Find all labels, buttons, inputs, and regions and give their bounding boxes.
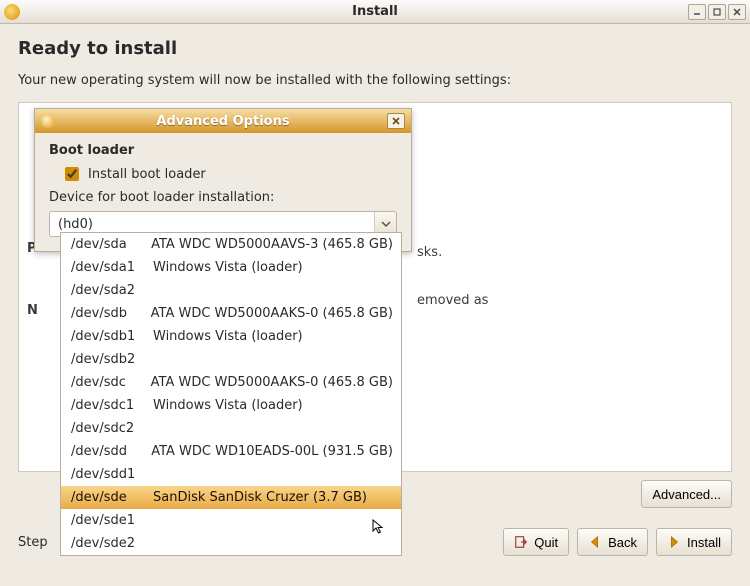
- quit-button[interactable]: Quit: [503, 528, 569, 556]
- dropdown-item-desc: Windows Vista (loader): [153, 260, 303, 275]
- dropdown-item-device: /dev/sdd1: [71, 467, 153, 482]
- dropdown-item[interactable]: /dev/sda2: [61, 279, 401, 302]
- dropdown-item-device: /dev/sde2: [71, 536, 153, 551]
- minimize-button[interactable]: [688, 4, 706, 20]
- dialog-title: Advanced Options: [35, 114, 411, 129]
- dropdown-item-device: /dev/sda1: [71, 260, 153, 275]
- dropdown-item-desc: ATA WDC WD10EADS-00L (931.5 GB): [151, 444, 393, 459]
- dropdown-item-desc: Windows Vista (loader): [153, 329, 303, 344]
- device-label: Device for boot loader installation:: [49, 190, 397, 205]
- dropdown-item-desc: ATA WDC WD5000AAKS-0 (465.8 GB): [151, 306, 393, 321]
- dialog-close-button[interactable]: [387, 113, 405, 129]
- dropdown-item[interactable]: /dev/sdc1Windows Vista (loader): [61, 394, 401, 417]
- dropdown-item-device: /dev/sdc2: [71, 421, 153, 436]
- install-bootloader-row[interactable]: Install boot loader: [61, 164, 397, 184]
- install-button-label: Install: [687, 535, 721, 550]
- combo-value: (hd0): [50, 217, 374, 232]
- dropdown-item-desc: ATA WDC WD5000AAKS-0 (465.8 GB): [151, 375, 393, 390]
- chevron-down-icon: [381, 219, 391, 229]
- window-titlebar: Install: [0, 0, 750, 24]
- dropdown-item[interactable]: /dev/sdd1: [61, 463, 401, 486]
- bg-network-prefix: N: [27, 303, 38, 318]
- arrow-left-icon: [588, 535, 602, 549]
- quit-icon: [514, 535, 528, 549]
- dropdown-item-device: /dev/sda2: [71, 283, 153, 298]
- dropdown-item[interactable]: /dev/sdcATA WDC WD5000AAKS-0 (465.8 GB): [61, 371, 401, 394]
- advanced-options-dialog: Advanced Options Boot loader Install boo…: [34, 108, 412, 252]
- back-button[interactable]: Back: [577, 528, 648, 556]
- dropdown-item[interactable]: /dev/sdaATA WDC WD5000AAVS-3 (465.8 GB): [61, 233, 401, 256]
- dropdown-item-device: /dev/sde1: [71, 513, 153, 528]
- dropdown-item-desc: Windows Vista (loader): [153, 398, 303, 413]
- dropdown-item[interactable]: /dev/sdb1Windows Vista (loader): [61, 325, 401, 348]
- install-bootloader-checkbox[interactable]: [65, 167, 79, 181]
- install-button[interactable]: Install: [656, 528, 732, 556]
- dropdown-item[interactable]: /dev/sdeSanDisk SanDisk Cruzer (3.7 GB): [61, 486, 401, 509]
- arrow-right-icon: [667, 535, 681, 549]
- install-bootloader-label: Install boot loader: [88, 167, 206, 182]
- dropdown-item[interactable]: /dev/sdbATA WDC WD5000AAKS-0 (465.8 GB): [61, 302, 401, 325]
- dropdown-item-desc: SanDisk SanDisk Cruzer (3.7 GB): [153, 490, 367, 505]
- back-button-label: Back: [608, 535, 637, 550]
- dropdown-item-device: /dev/sdc: [71, 375, 151, 390]
- quit-button-label: Quit: [534, 535, 558, 550]
- advanced-button[interactable]: Advanced...: [641, 480, 732, 508]
- dropdown-item-device: /dev/sdc1: [71, 398, 153, 413]
- step-indicator: Step: [18, 535, 48, 550]
- dropdown-item-device: /dev/sdb1: [71, 329, 153, 344]
- dialog-titlebar[interactable]: Advanced Options: [35, 109, 411, 133]
- dropdown-item-device: /dev/sde: [71, 490, 153, 505]
- page-heading: Ready to install: [18, 38, 732, 59]
- dropdown-item-desc: ATA WDC WD5000AAVS-3 (465.8 GB): [151, 237, 393, 252]
- close-icon: [391, 116, 401, 126]
- dropdown-item-device: /dev/sdb: [71, 306, 151, 321]
- dropdown-item[interactable]: /dev/sdc2: [61, 417, 401, 440]
- advanced-button-label: Advanced...: [652, 487, 721, 502]
- dropdown-item[interactable]: /dev/sde2: [61, 532, 401, 555]
- dropdown-item[interactable]: /dev/sddATA WDC WD10EADS-00L (931.5 GB): [61, 440, 401, 463]
- bootloader-device-dropdown[interactable]: /dev/sdaATA WDC WD5000AAVS-3 (465.8 GB)/…: [60, 232, 402, 556]
- window-title: Install: [0, 4, 750, 19]
- bg-text-2: emoved as: [417, 293, 488, 308]
- boot-loader-heading: Boot loader: [49, 143, 397, 158]
- dropdown-item[interactable]: /dev/sda1Windows Vista (loader): [61, 256, 401, 279]
- bg-text-1: sks.: [417, 245, 442, 260]
- dialog-icon: [41, 114, 55, 128]
- dropdown-item-device: /dev/sda: [71, 237, 151, 252]
- dropdown-item-device: /dev/sdd: [71, 444, 151, 459]
- app-icon: [4, 4, 20, 20]
- dropdown-item-device: /dev/sdb2: [71, 352, 153, 367]
- dropdown-item[interactable]: /dev/sde1: [61, 509, 401, 532]
- close-button[interactable]: [728, 4, 746, 20]
- dropdown-item[interactable]: /dev/sdb2: [61, 348, 401, 371]
- maximize-button[interactable]: [708, 4, 726, 20]
- page-lead: Your new operating system will now be in…: [18, 73, 732, 88]
